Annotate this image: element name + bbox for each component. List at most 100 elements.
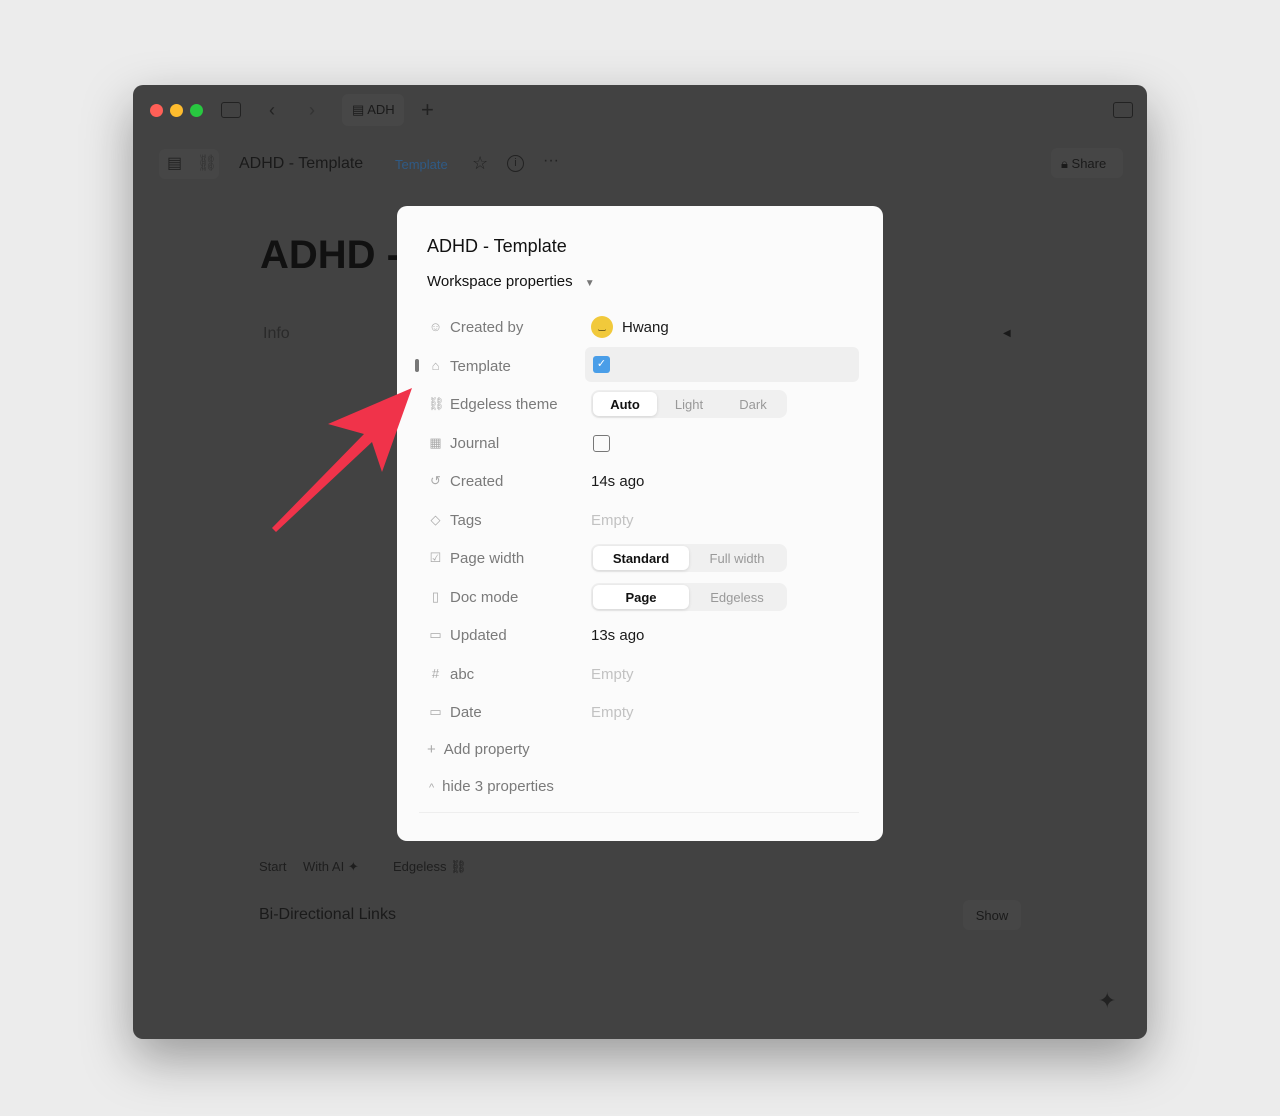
edgeless-label: Edgeless [393,859,447,874]
calendar-icon: ▭ [429,704,442,719]
arrow-shape [272,388,412,532]
template-checkbox[interactable]: ✓ [593,355,610,373]
add-property-button[interactable]: + Add property [427,741,530,758]
property-row: ▭ Date Empty [397,693,883,731]
property-label[interactable]: Edgeless theme [450,396,558,413]
segment-option[interactable]: Light [657,392,721,416]
calendar-icon: ▭ [429,627,442,642]
maximize-window-button[interactable] [190,104,203,117]
hide-properties-button[interactable]: ^ hide 3 properties [429,778,554,795]
person-icon: ☺ [428,319,443,334]
property-row: ▦ Journal [397,424,883,462]
tab-adhd[interactable]: ▤ ADH [342,94,404,126]
section-label: Workspace properties [427,273,573,290]
history-icon: ↺ [430,473,441,488]
property-label[interactable]: Created [450,473,503,490]
property-label[interactable]: Created by [450,319,523,336]
hover-highlight [585,346,859,382]
segment-option[interactable]: Page [593,584,689,609]
segment-option[interactable]: Full width [689,546,785,570]
sidebar-toggle-icon[interactable] [221,102,241,118]
property-row: ☑ Page width Standard Full width [397,539,883,577]
collapse-arrow-icon[interactable]: ◀ [1003,328,1011,339]
checkbox-icon: ☑ [429,550,442,565]
properties-modal: ADHD - Template Workspace properties ▼ ☺… [397,206,883,841]
avatar: ‿ [591,316,613,338]
share-button[interactable]: 🔒︎ Share [1051,148,1123,178]
property-value[interactable]: 13s ago [591,627,644,644]
close-window-button[interactable] [150,104,163,117]
info-icon[interactable]: i [507,155,524,172]
hash-icon: # [431,665,440,681]
property-row: ◇ Tags Empty [397,501,883,539]
with-ai-button[interactable]: With AI ✦ [303,859,359,875]
property-row: ▭ Updated 13s ago [397,616,883,654]
plus-icon: + [427,741,436,758]
segment-option[interactable]: Dark [721,392,785,416]
divider [419,812,859,813]
property-value[interactable]: Hwang [622,319,669,336]
show-button[interactable]: Show [963,900,1021,930]
tag-icon: ◇ [430,511,441,527]
property-label[interactable]: Template [450,358,511,375]
start-label: Start [259,859,287,874]
star-icon[interactable]: ☆ [472,154,488,172]
doc-title[interactable]: ADHD - Template [239,155,363,173]
template-badge: Template [395,157,448,172]
sparkle-icon: ✦ [347,859,359,874]
annotation-arrow [272,388,412,532]
edgeless-icon: ⛓ [428,396,445,411]
segment-option[interactable]: Standard [593,546,689,570]
property-row: ⌂ Template ✓ [397,346,883,385]
info-section-label[interactable]: Info [263,325,290,343]
property-label[interactable]: Date [450,704,482,721]
property-label[interactable]: abc [450,666,474,683]
edgeless-icon: ⛓ [450,859,467,874]
new-tab-icon[interactable]: + [421,99,434,121]
edgeless-mode-icon[interactable]: ⛓ [197,156,217,172]
edgeless-button[interactable]: Edgeless ⛓ [393,859,467,875]
segmented-control: Auto Light Dark [591,390,787,418]
workspace-properties-toggle[interactable]: Workspace properties ▼ [427,273,595,290]
property-label[interactable]: Tags [450,512,482,529]
property-value[interactable]: Empty [591,512,634,529]
tab-label: ADH [367,102,395,117]
page-title: ADHD - [260,233,400,277]
property-value[interactable]: Empty [591,666,634,683]
property-label[interactable]: Page width [450,550,524,567]
segmented-control: Page Edgeless [591,582,787,611]
property-label[interactable]: Journal [450,435,499,452]
chevron-up-icon: ^ [429,782,435,794]
journal-checkbox[interactable] [593,434,610,452]
right-sidebar-toggle-icon[interactable] [1113,102,1133,118]
ai-sparkle-icon[interactable]: ✦ [1098,990,1116,1012]
property-row: ☺ Created by ‿ Hwang [397,308,883,346]
property-row: # abc Empty [397,655,883,693]
property-label[interactable]: Updated [450,627,507,644]
page-mode-icon[interactable]: ▤ [167,156,182,172]
property-row: ▯ Doc mode Page Edgeless [397,578,883,616]
property-row: ↺ Created 14s ago [397,462,883,500]
property-value[interactable]: Empty [591,704,634,721]
template-icon: ⌂ [431,357,440,373]
back-icon[interactable]: ‹ [269,101,275,119]
property-value[interactable]: 14s ago [591,473,644,490]
hide-properties-label: hide 3 properties [442,778,554,795]
property-row: ⛓ Edgeless theme Auto Light Dark [397,385,883,423]
mode-switch: ▤ ⛓ [159,149,219,179]
more-icon[interactable]: ··· [543,153,559,169]
forward-icon[interactable]: › [309,101,315,119]
doc-icon: ▤ [352,102,368,117]
modal-title: ADHD - Template [427,236,567,256]
segment-option[interactable]: Edgeless [689,585,785,609]
doc-icon: ▯ [431,588,440,604]
property-label[interactable]: Doc mode [450,589,518,606]
lock-icon: 🔒︎ [1061,156,1072,171]
segmented-control: Standard Full width [591,544,787,572]
share-label: Share [1071,156,1107,171]
bi-directional-links-heading: Bi-Directional Links [259,906,396,923]
drag-handle[interactable] [415,359,419,372]
minimize-window-button[interactable] [170,104,183,117]
journal-icon: ▦ [429,434,442,450]
segment-option[interactable]: Auto [593,392,657,416]
